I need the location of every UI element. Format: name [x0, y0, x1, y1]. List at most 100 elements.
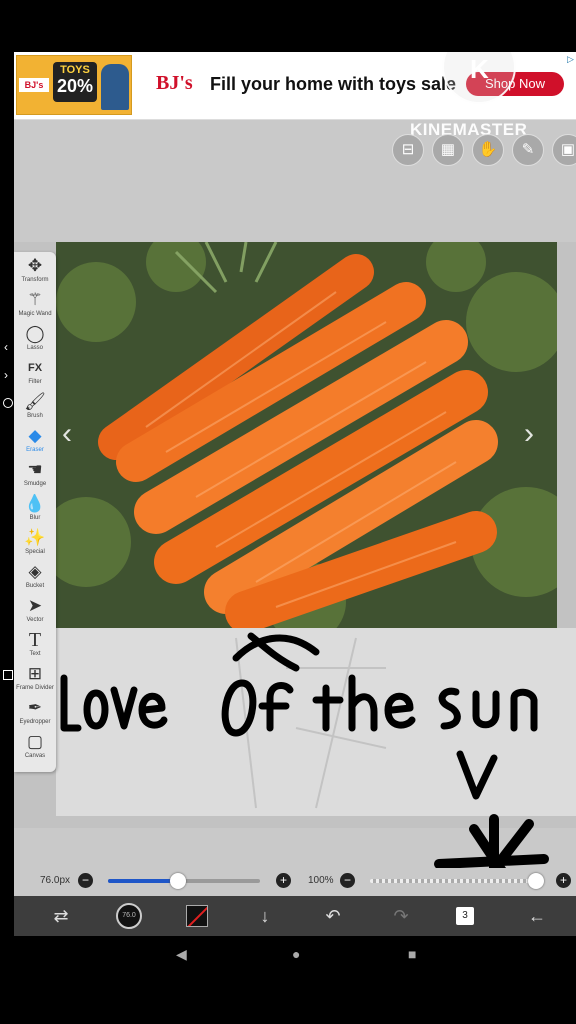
swap-tool-icon[interactable]: ⇄: [48, 904, 74, 928]
carrot-photo-art: [56, 242, 557, 628]
tool-label: Canvas: [24, 753, 46, 759]
edge-square-icon[interactable]: [3, 670, 13, 680]
edge-right-arrow-icon[interactable]: ›: [4, 368, 8, 382]
nav-home-icon[interactable]: ●: [292, 946, 300, 962]
brush-size-increase-button[interactable]: +: [276, 873, 291, 888]
tool-lasso[interactable]: ◯ Lasso: [14, 324, 56, 358]
magic-wand-icon: ⚚: [27, 290, 43, 309]
tool-vector[interactable]: ➤ Vector: [14, 596, 56, 630]
next-arrow-icon[interactable]: ›: [524, 417, 534, 451]
lasso-icon: ◯: [25, 324, 45, 343]
kinemaster-k-icon: K: [470, 54, 489, 84]
tool-label: Blur: [29, 515, 41, 521]
tool-special[interactable]: ✨ Special: [14, 528, 56, 562]
brush-size-value: 76.0px: [40, 875, 71, 886]
tool-transform[interactable]: ✥ Transform: [14, 256, 56, 290]
ad-logo: BJ's: [156, 72, 193, 94]
opacity-knob[interactable]: [528, 873, 544, 889]
tool-eraser[interactable]: ◆ Eraser: [14, 426, 56, 460]
brush-size-decrease-button[interactable]: −: [78, 873, 93, 888]
brush-size-slider[interactable]: [108, 873, 260, 889]
toggle-panel-icon[interactable]: ⊟: [392, 134, 424, 166]
undo-icon[interactable]: ↶: [320, 904, 346, 928]
eraser-icon: ◆: [28, 426, 42, 445]
tool-text[interactable]: T Text: [14, 630, 56, 664]
tool-frame-divider[interactable]: ⊞ Frame Divider: [14, 664, 56, 698]
tool-label: Special: [25, 549, 45, 555]
kinemaster-watermark: KINEMASTER: [410, 120, 528, 139]
drawing-workspace[interactable]: ‹ ›: [14, 242, 576, 828]
ad-image-discount-tag: TOYS 20%: [53, 62, 97, 102]
tool-bucket[interactable]: ◈ Bucket: [14, 562, 56, 596]
brush-icon: 🖌: [24, 392, 46, 411]
tool-canvas[interactable]: ▢ Canvas: [14, 732, 56, 766]
tool-label: Frame Divider: [16, 685, 54, 691]
opacity-slider[interactable]: [370, 873, 544, 889]
tool-label: Smudge: [23, 481, 47, 487]
image-gallery-icon[interactable]: ▣: [552, 134, 576, 166]
tool-eyedropper[interactable]: ✒ Eyedropper: [14, 698, 56, 732]
tool-label: Filter: [28, 379, 42, 385]
vector-cursor-icon: ➤: [27, 596, 43, 615]
ad-image[interactable]: BJ's TOYS 20%: [16, 55, 132, 115]
brush-size-fill: [108, 879, 178, 883]
opacity-value: 100%: [308, 875, 334, 886]
tool-label: Brush: [27, 413, 43, 419]
layers-button[interactable]: 3: [456, 907, 474, 925]
tool-label: Eyedropper: [19, 719, 51, 725]
ad-image-tag-line1: TOYS: [60, 64, 90, 76]
fx-icon: FX: [27, 362, 43, 374]
edge-circle-icon[interactable]: [3, 398, 13, 408]
brush-sliders: 76.0px − + 100% − +: [14, 868, 576, 896]
text-icon: T: [28, 629, 42, 651]
brush-size-knob[interactable]: [169, 873, 186, 889]
ad-image-child: [101, 64, 129, 110]
ad-image-store-logo: BJ's: [19, 78, 49, 92]
frame-divider-icon: ⊞: [27, 664, 43, 683]
brush-preview-button[interactable]: 76.0: [116, 903, 142, 929]
no-color-slash-icon: [187, 906, 207, 926]
back-arrow-icon[interactable]: ←: [524, 904, 550, 928]
color-swatch-button[interactable]: [186, 905, 208, 927]
tool-label: Eraser: [26, 447, 44, 453]
ad-headline[interactable]: Fill your home with toys sale: [210, 74, 456, 95]
edge-left-arrow-icon[interactable]: ‹: [4, 340, 8, 354]
tool-filter[interactable]: FX Filter: [14, 358, 56, 392]
eyedropper-icon: ✒: [27, 698, 43, 717]
redo-icon[interactable]: ↷: [388, 904, 414, 928]
pen-edit-icon[interactable]: ✎: [512, 134, 544, 166]
opacity-increase-button[interactable]: +: [556, 873, 571, 888]
sketch-layer[interactable]: [56, 628, 576, 816]
nav-back-icon[interactable]: ◀: [176, 946, 187, 963]
tool-label: Magic Wand: [18, 311, 52, 317]
opacity-decrease-button[interactable]: −: [340, 873, 355, 888]
special-brush-icon: ✨: [24, 528, 46, 547]
move-icon: ✥: [27, 256, 43, 275]
tool-smudge[interactable]: ☚ Smudge: [14, 460, 56, 494]
tool-label: Bucket: [25, 583, 45, 589]
carrot-photo-layer[interactable]: [56, 242, 557, 628]
previous-arrow-icon[interactable]: ‹: [62, 417, 72, 451]
selection-grid-icon[interactable]: ▦: [432, 134, 464, 166]
ad-image-tag-line2: 20%: [56, 76, 94, 96]
tool-brush[interactable]: 🖌 Brush: [14, 392, 56, 426]
android-nav-bar: ◀ ● ■: [0, 936, 576, 976]
download-arrow-icon[interactable]: ↓: [252, 904, 278, 928]
bottom-toolbar: ⇄ 76.0 ↓ ↶ ↷ 3 ←: [14, 896, 576, 936]
handwriting-art: [60, 632, 538, 809]
tool-label: Transform: [21, 277, 49, 283]
bucket-icon: ◈: [28, 562, 42, 581]
tool-label: Text: [29, 651, 41, 657]
ad-choices-icon[interactable]: ▷: [567, 54, 574, 65]
tool-palette: ✥ Transform ⚚ Magic Wand ◯ Lasso FX Filter 🖌…: [14, 252, 56, 772]
tool-label: Lasso: [26, 345, 43, 351]
blur-drop-icon: 💧: [24, 494, 46, 513]
tool-blur[interactable]: 💧 Blur: [14, 494, 56, 528]
hand-tool-icon[interactable]: ✋: [472, 134, 504, 166]
canvas-icon: ▢: [26, 732, 44, 751]
nav-recents-icon[interactable]: ■: [408, 946, 416, 962]
tool-label: Vector: [26, 617, 44, 623]
app-screen: BJ's TOYS 20% BJ's Fill your home with t…: [14, 52, 576, 936]
tool-magic-wand[interactable]: ⚚ Magic Wand: [14, 290, 56, 324]
smudge-icon: ☚: [27, 460, 43, 479]
